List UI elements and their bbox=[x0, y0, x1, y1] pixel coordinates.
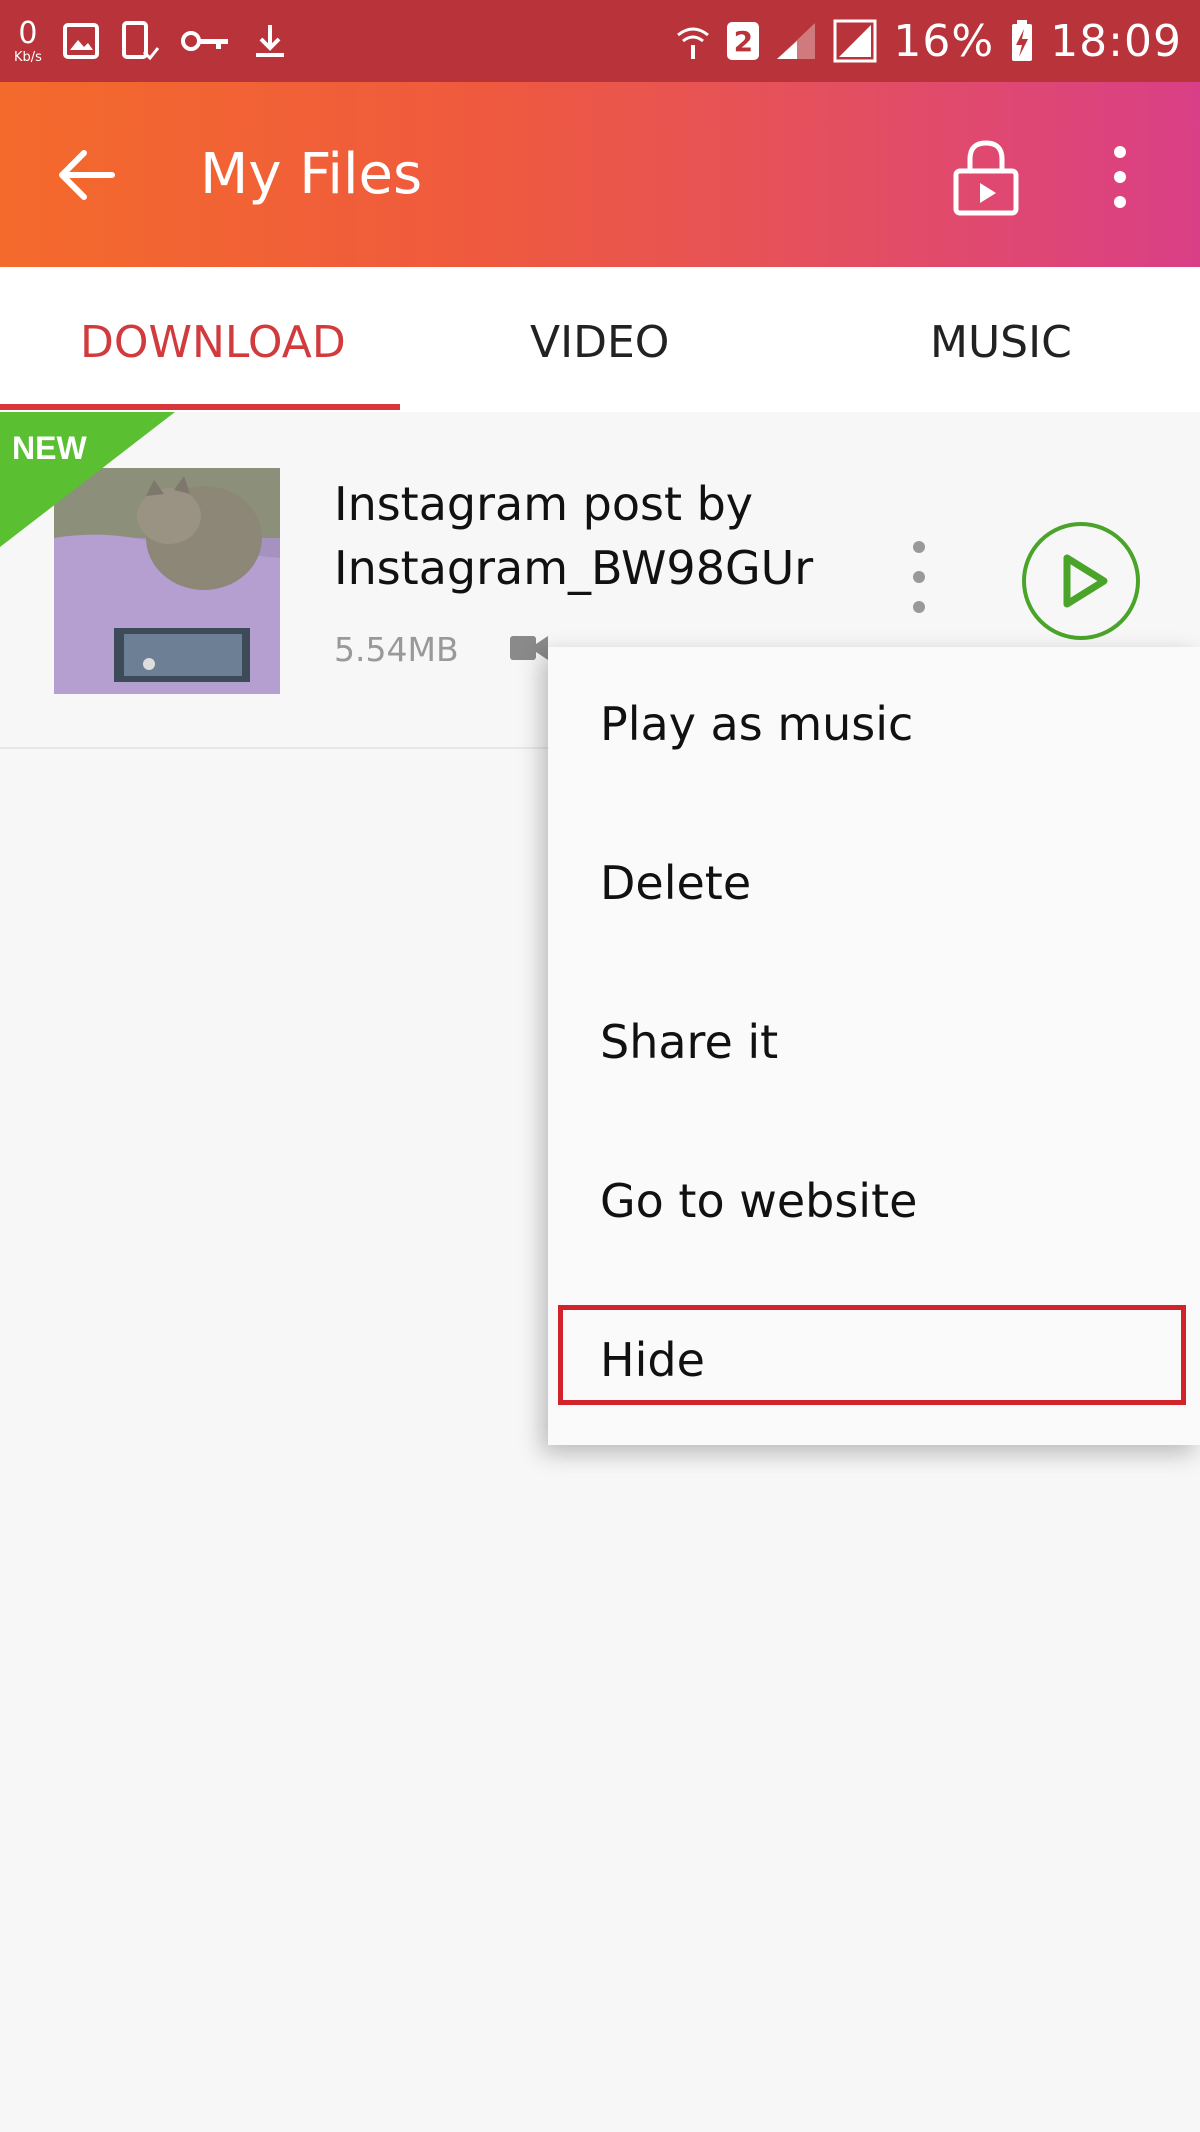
status-icons-left: 0 Kb/s bbox=[14, 14, 290, 68]
play-button-icon[interactable] bbox=[1020, 520, 1142, 642]
file-title-line1: Instagram post by bbox=[334, 477, 754, 531]
tab-video[interactable]: VIDEO bbox=[530, 317, 669, 368]
page-title: My Files bbox=[200, 142, 423, 207]
battery-charging-icon bbox=[1012, 20, 1033, 61]
signal-icon-sim1 bbox=[777, 23, 816, 59]
signal-icon-sim2 bbox=[833, 19, 877, 63]
new-badge: NEW bbox=[12, 430, 87, 466]
menu-item-delete[interactable]: Delete bbox=[548, 806, 1200, 965]
menu-item-label: Delete bbox=[600, 856, 752, 910]
menu-item-share-it[interactable]: Share it bbox=[548, 965, 1200, 1124]
sim-badge: 2 bbox=[727, 22, 760, 60]
file-title-line2: Instagram_BW98GUr bbox=[334, 541, 814, 595]
network-speed-unit: Kb/s bbox=[14, 49, 42, 65]
tab-music[interactable]: MUSIC bbox=[930, 317, 1072, 368]
status-icons-right: 2 16% 18:09 bbox=[675, 14, 1182, 68]
menu-item-label: Go to website bbox=[600, 1174, 918, 1228]
status-bar: 0 Kb/s 2 16% 18:09 bbox=[0, 0, 1200, 82]
file-title: Instagram post by Instagram_BW98GUr bbox=[334, 472, 854, 600]
highlight-annotation-box bbox=[558, 1305, 1186, 1405]
menu-item-label: Play as music bbox=[600, 697, 914, 751]
network-speed-value: 0 bbox=[18, 15, 38, 51]
phone-notification-icon bbox=[121, 21, 160, 61]
video-type-icon bbox=[510, 636, 548, 660]
more-options-icon[interactable] bbox=[1100, 142, 1140, 212]
menu-item-go-to-website[interactable]: Go to website bbox=[548, 1124, 1200, 1283]
item-more-options-icon[interactable] bbox=[905, 537, 933, 617]
back-arrow-icon[interactable] bbox=[52, 140, 122, 210]
key-icon bbox=[180, 31, 228, 51]
wifi-icon bbox=[677, 27, 710, 59]
menu-item-play-as-music[interactable]: Play as music bbox=[548, 647, 1200, 806]
network-speed: 0 Kb/s bbox=[14, 15, 42, 65]
tab-bar: DOWNLOAD VIDEO MUSIC bbox=[0, 267, 1200, 412]
battery-percent: 16% bbox=[893, 15, 995, 67]
context-menu: Play as music Delete Share it Go to webs… bbox=[548, 647, 1200, 1445]
download-notification-icon bbox=[255, 25, 284, 57]
tab-download[interactable]: DOWNLOAD bbox=[80, 317, 346, 368]
image-notification-icon bbox=[62, 23, 99, 59]
menu-item-label: Share it bbox=[600, 1015, 779, 1069]
app-bar: My Files bbox=[0, 82, 1200, 267]
private-lock-icon[interactable] bbox=[950, 137, 1022, 217]
file-size: 5.54MB bbox=[334, 630, 459, 669]
active-tab-indicator bbox=[0, 404, 400, 410]
clock: 18:09 bbox=[1050, 15, 1182, 67]
